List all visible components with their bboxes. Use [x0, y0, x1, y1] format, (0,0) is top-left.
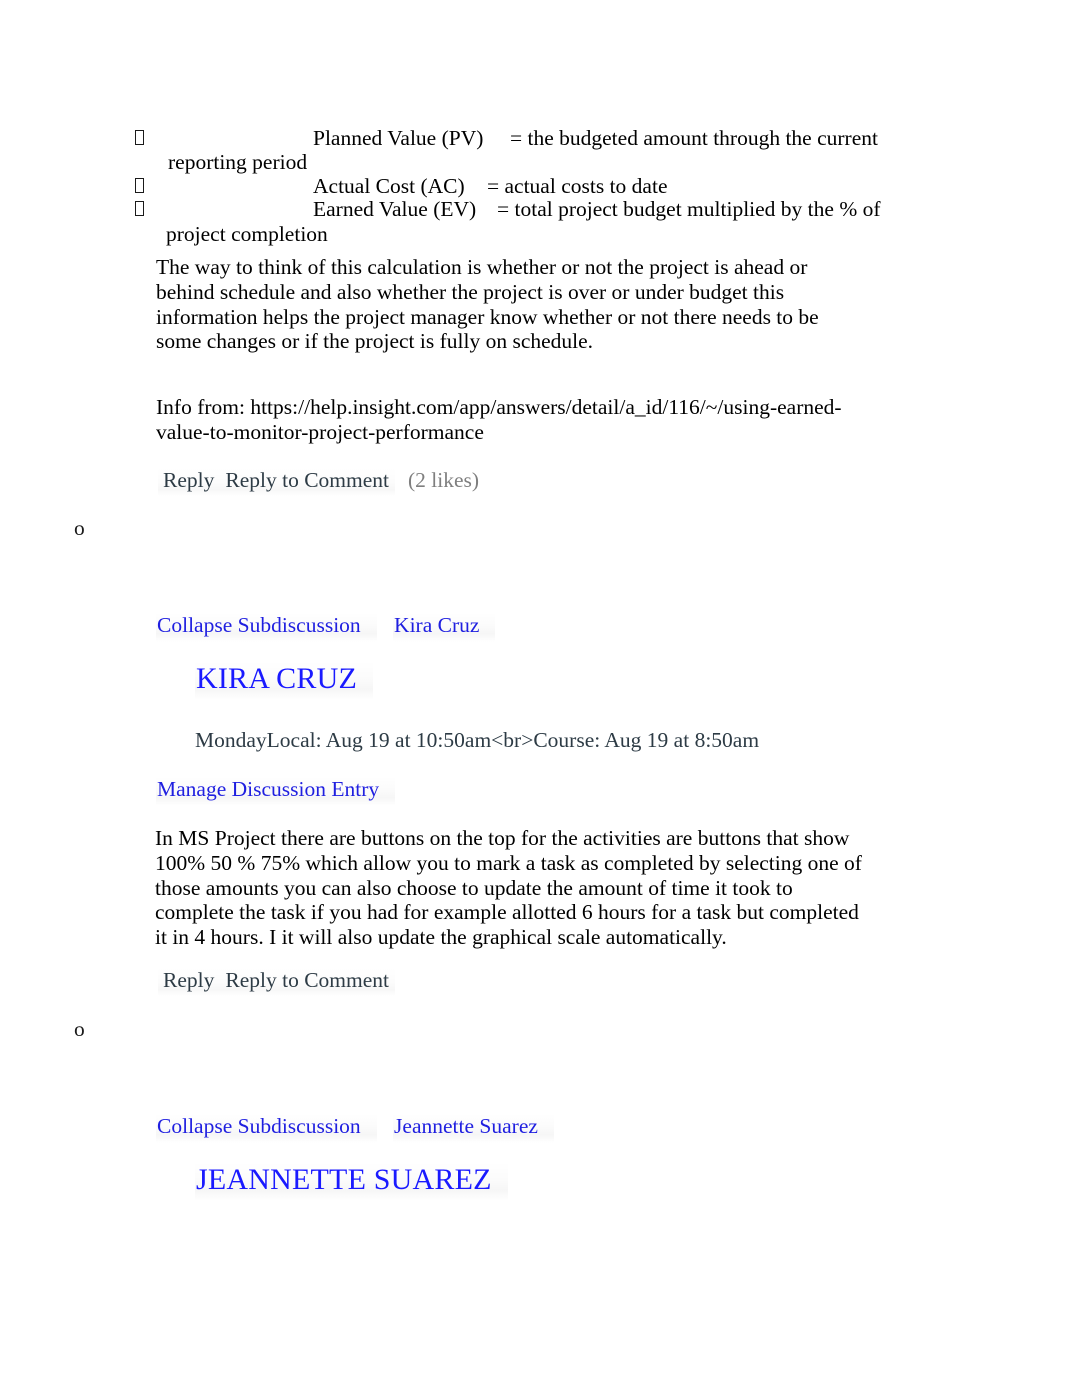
definition-text: = total project budget multiplied by the…: [497, 197, 881, 221]
reply-button[interactable]: Reply: [158, 967, 221, 996]
outline-list-marker: o: [74, 516, 85, 540]
likes-count: (2 likes): [408, 468, 480, 492]
reply-to-comment-button[interactable]: Reply to Comment: [220, 467, 395, 496]
manage-discussion-entry-wrap: Manage Discussion Entry: [156, 776, 396, 806]
reply-bar: Reply Reply to Comment: [158, 967, 395, 996]
source-paragraph: Info from: https://help.insight.com/app/…: [156, 395, 842, 444]
definition-term: Earned Value (EV): [313, 197, 477, 221]
author-heading-kira-cruz: KIRA CRUZ: [195, 661, 373, 700]
outline-list-marker: o: [74, 1017, 85, 1041]
author-link-kira-cruz[interactable]: Kira Cruz: [393, 612, 496, 642]
collapse-subdiscussion-link[interactable]: Collapse Subdiscussion: [156, 612, 377, 642]
manage-discussion-entry-link[interactable]: Manage Discussion Entry: [156, 776, 396, 806]
author-link-jeannette-suarez[interactable]: Jeannette Suarez: [393, 1113, 554, 1143]
bullet-missing-glyph-icon: [135, 201, 144, 216]
definition-text: = actual costs to date: [487, 174, 668, 198]
subdiscussion-header-jeannette: Collapse Subdiscussion Jeannette Suarez: [156, 1113, 554, 1143]
reply-button[interactable]: Reply: [158, 467, 221, 496]
definition-text: = the budgeted amount through the curren…: [510, 126, 878, 150]
definition-continuation: reporting period: [168, 150, 308, 174]
explanation-paragraph: The way to think of this calculation is …: [156, 255, 819, 354]
entry-message-kira: In MS Project there are buttons on the t…: [155, 826, 862, 950]
author-name-heading: KIRA CRUZ: [195, 661, 373, 700]
definition-continuation: project completion: [166, 222, 328, 246]
reply-bar: Reply Reply to Comment (2 likes): [158, 467, 480, 496]
bullet-missing-glyph-icon: [135, 130, 144, 145]
definition-term: Planned Value (PV): [313, 126, 484, 150]
entry-timestamp-kira: MondayLocal: Aug 19 at 10:50am<br>Course…: [195, 728, 760, 752]
definition-term: Actual Cost (AC): [313, 174, 465, 198]
bullet-missing-glyph-icon: [135, 178, 144, 193]
document-page: Planned Value (PV) = the budgeted amount…: [0, 0, 1067, 1376]
author-name-heading: JEANNETTE SUAREZ: [195, 1162, 508, 1201]
collapse-subdiscussion-link[interactable]: Collapse Subdiscussion: [156, 1113, 377, 1143]
reply-to-comment-button[interactable]: Reply to Comment: [220, 967, 395, 996]
subdiscussion-header-kira: Collapse Subdiscussion Kira Cruz: [156, 612, 496, 642]
author-heading-jeannette-suarez: JEANNETTE SUAREZ: [195, 1162, 508, 1201]
